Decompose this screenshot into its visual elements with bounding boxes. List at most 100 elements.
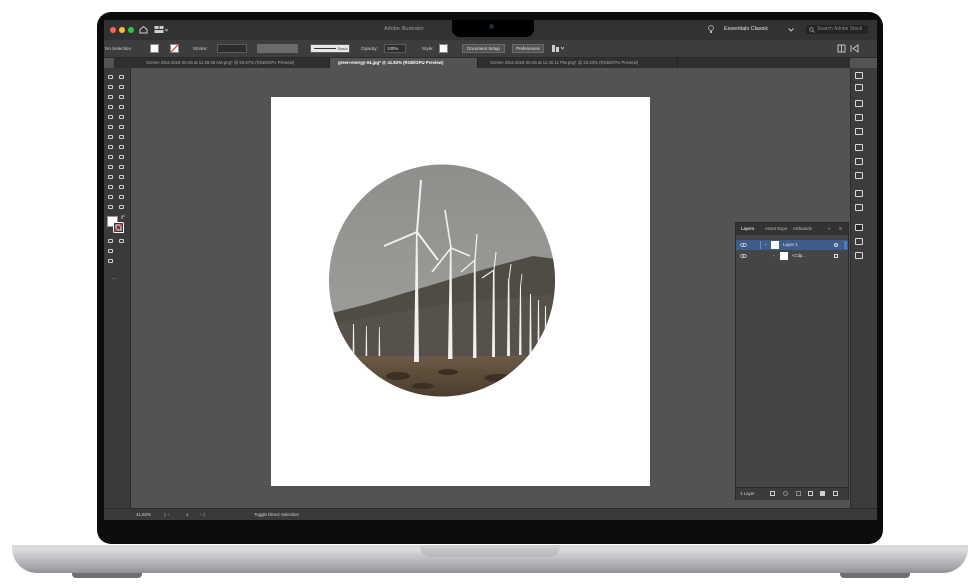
workspace-switcher[interactable]: Essentials Classic [724,26,768,32]
gradient-panel-icon[interactable] [855,158,863,165]
tab-asset-export[interactable]: Asset Expo [765,223,787,235]
sublayer-name: <Clip... [792,253,806,258]
symbol-sprayer-tool-icon[interactable] [107,184,114,190]
blend-tool-icon[interactable] [118,174,125,180]
rectangle-tool-icon[interactable] [107,114,114,120]
screen-mode-icon[interactable] [107,258,114,264]
opacity-field[interactable]: 100% [384,44,406,53]
stroke-weight-field[interactable] [217,44,247,53]
tab-layers[interactable]: Layers [741,223,754,235]
search-icon [809,27,815,33]
more-tools-icon[interactable]: ··· [111,276,117,282]
mesh-tool-icon[interactable] [107,164,114,170]
stock-search-input[interactable]: Search Adobe Stock [806,25,868,34]
rotate-tool-icon[interactable] [107,134,114,140]
brush-definition-dropdown[interactable]: Basic [310,44,350,53]
zoom-level[interactable]: 41.83% [136,512,151,517]
zoom-window-button[interactable] [128,27,134,33]
gradient-tool-icon[interactable] [118,164,125,170]
brushes-panel-icon[interactable] [855,114,863,121]
panel-menu-icon[interactable]: ≡ [839,223,842,235]
fill-swatch[interactable] [150,44,159,53]
new-sublayer-icon[interactable] [808,491,813,496]
artboard-nav-first[interactable]: |‹ ‹ [164,512,169,517]
target-icon[interactable] [834,243,838,247]
selection-tool-icon[interactable] [107,74,114,80]
variable-width-profile[interactable] [257,44,298,53]
tab-artboards[interactable]: Artboards [793,223,812,235]
lightbulb-icon[interactable] [708,25,714,34]
zoom-tool-icon[interactable] [118,204,125,210]
eyedropper-tool-icon[interactable] [107,174,114,180]
paintbrush-tool-icon[interactable] [118,114,125,120]
clipping-mask-icon[interactable] [796,491,801,496]
magic-wand-tool-icon[interactable] [107,84,114,90]
tab-screen-shot-1[interactable]: Screen Shot 2019-06-26 at 11.28.06 AM.pn… [114,58,330,68]
asset-export-panel-icon[interactable] [855,238,863,245]
stroke-color-box[interactable] [113,222,124,233]
arrange-panel-icon[interactable] [837,44,846,53]
scale-tool-icon[interactable] [118,134,125,140]
minimize-window-button[interactable] [119,27,125,33]
lasso-tool-icon[interactable] [118,84,125,90]
appearance-panel-icon[interactable] [855,190,863,197]
none-color-icon[interactable] [118,238,125,244]
transparency-panel-icon[interactable] [855,172,863,179]
graphic-style-swatch[interactable] [439,44,448,53]
eraser-tool-icon[interactable] [118,124,125,130]
artboards-panel-icon[interactable] [855,252,863,259]
stroke-panel-icon[interactable] [855,144,863,151]
chevron-down-icon[interactable] [788,28,794,32]
swatches-panel-icon[interactable] [855,100,863,107]
sublayer-row[interactable]: › <Clip... [736,251,848,261]
preferences-button[interactable]: Preferences [512,44,544,53]
artboard-nav-next[interactable]: › ›| [200,512,205,517]
home-icon[interactable] [139,25,148,34]
line-tool-icon[interactable] [118,104,125,110]
color-mode-icon[interactable] [107,238,114,244]
stroke-swatch[interactable] [170,44,179,53]
style-label: Style: [422,46,434,51]
layers-panel-icon[interactable] [855,224,863,231]
delete-layer-icon[interactable] [833,491,838,496]
layer-row[interactable]: › Layer 1 [736,240,848,250]
perspective-grid-tool-icon[interactable] [118,154,125,160]
flip-icon[interactable] [850,44,859,53]
expand-arrow-icon[interactable]: › [773,251,774,261]
collapse-panel-icon[interactable]: » [828,223,830,235]
type-tool-icon[interactable] [107,104,114,110]
slice-tool-icon[interactable] [118,194,125,200]
expand-arrow-icon[interactable]: › [765,240,766,250]
shaper-tool-icon[interactable] [107,124,114,130]
tab-screen-shot-2[interactable]: Screen Shot 2019-06-26 at 11.40.11 PM.pn… [478,58,678,68]
arrange-documents-icon[interactable] [154,25,168,34]
eye-icon[interactable] [740,254,747,258]
align-icon[interactable] [551,44,565,53]
pen-tool-icon[interactable] [107,94,114,100]
locate-object-icon[interactable] [783,491,788,496]
hand-tool-icon[interactable] [107,204,114,210]
properties-panel-icon[interactable] [855,72,863,79]
target-icon[interactable] [834,254,838,258]
draw-mode-icon[interactable] [107,248,114,254]
new-layer-icon[interactable] [820,491,825,496]
eye-icon[interactable] [740,243,747,247]
symbols-panel-icon[interactable] [855,128,863,135]
free-transform-tool-icon[interactable] [118,144,125,150]
tab-green-energy[interactable]: green-energy-04.jpg* @ 41.83% (RGB/GPU P… [330,58,478,68]
close-window-button[interactable] [110,27,116,33]
graphic-styles-panel-icon[interactable] [855,204,863,211]
clipped-photo-wind-turbines[interactable] [328,164,556,397]
width-tool-icon[interactable] [107,144,114,150]
export-icon[interactable] [770,491,775,496]
swap-fill-stroke-icon[interactable] [121,215,126,220]
direct-selection-tool-icon[interactable] [118,74,125,80]
selection-status: No Selection [105,46,132,51]
document-setup-button[interactable]: Document Setup [462,44,505,53]
shape-builder-tool-icon[interactable] [107,154,114,160]
artboard-tool-icon[interactable] [107,194,114,200]
color-panel-icon[interactable] [855,84,863,91]
artboard-number[interactable]: 1 [186,512,188,517]
column-graph-tool-icon[interactable] [118,184,125,190]
curvature-tool-icon[interactable] [118,94,125,100]
